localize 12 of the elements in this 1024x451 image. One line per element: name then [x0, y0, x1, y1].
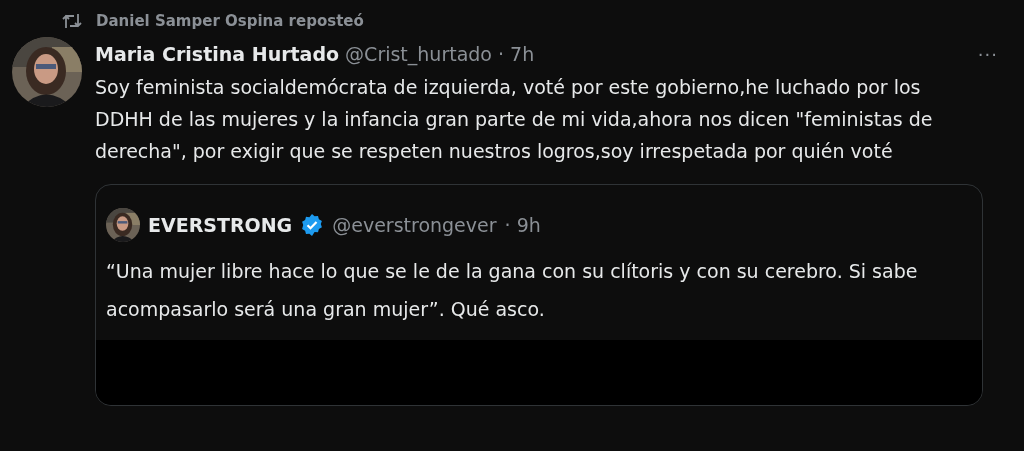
- quoted-text: “Una mujer libre hace lo que se le de la gana con su clítoris y con su cerebro. Si sabe acompasarlo será una gran mujer”. Qué asco.: [106, 259, 919, 322]
- post-text: Soy feminista socialdemócrata de izquierda, voté por este gobierno,he luchado por los DDHH de las mujeres y la infancia gran parte de mi vida,ahora nos dicen "feministas de derecha", por exigir que se respeten nuestros logros,soy irrespetada por quién voté: [95, 75, 934, 164]
- repost-icon: [62, 12, 82, 30]
- author-name[interactable]: Maria Cristina Hurtado: [95, 43, 340, 65]
- post-time[interactable]: · 9h: [504, 214, 541, 236]
- quoted-post[interactable]: EVERSTRONG @everstrongever · 9h “Una mujer libre hace lo que se le de la gana con su clítoris y con su cerebro. Si sabe acompasarlo será una gran mujer”. Qué asco.: [95, 184, 983, 406]
- post-time[interactable]: · 7h: [498, 43, 535, 65]
- repost-label[interactable]: Daniel Samper Ospina reposteó: [96, 12, 364, 30]
- author-handle[interactable]: @everstrongever: [332, 214, 497, 236]
- author-name[interactable]: EVERSTRONG: [148, 214, 293, 236]
- more-button[interactable]: ···: [971, 43, 1004, 65]
- author-handle[interactable]: @Crist_hurtado: [345, 43, 492, 65]
